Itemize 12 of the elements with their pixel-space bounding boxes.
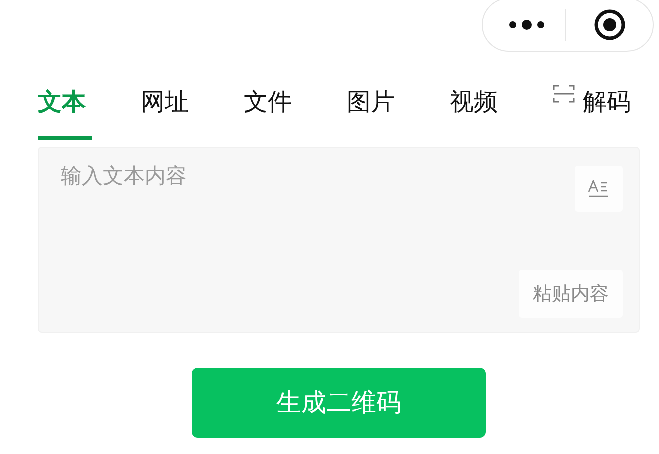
tab[interactable]: 图片 <box>347 82 450 140</box>
tab[interactable]: 文件 <box>244 82 347 140</box>
tab[interactable]: 解码 <box>553 82 656 140</box>
tab[interactable]: 文本 <box>38 82 141 140</box>
more-icon[interactable] <box>509 19 545 31</box>
scan-icon <box>553 84 575 104</box>
close-icon[interactable] <box>594 9 626 41</box>
tab[interactable]: 视频 <box>450 82 553 140</box>
format-button[interactable] <box>575 166 623 212</box>
tab[interactable]: 网址 <box>141 82 244 140</box>
text-input[interactable]: 输入文本内容 <box>61 162 541 192</box>
text-format-icon <box>588 180 610 198</box>
